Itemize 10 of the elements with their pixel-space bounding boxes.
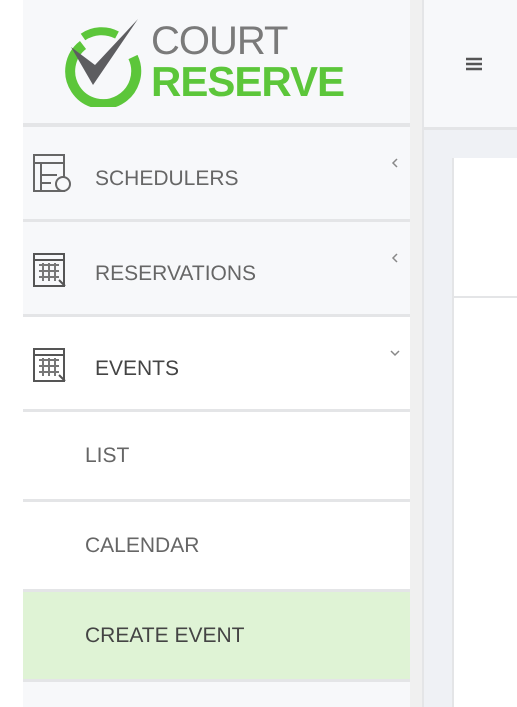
submenu-item[interactable]: CALENDAR [23, 502, 410, 592]
submenu-item[interactable]: LIST [23, 412, 410, 502]
chevron-down-icon [390, 348, 400, 358]
logo-text: COURT [151, 20, 288, 60]
sidebar-menu-item[interactable]: EVENTS [23, 317, 410, 412]
chevron-left-icon [390, 158, 400, 168]
submenu-item[interactable]: CREATE EVENT [23, 592, 410, 682]
logo-text: RESERVE [151, 60, 344, 102]
chevron-left-icon [390, 253, 400, 263]
schedule-grid-icon [33, 153, 73, 193]
